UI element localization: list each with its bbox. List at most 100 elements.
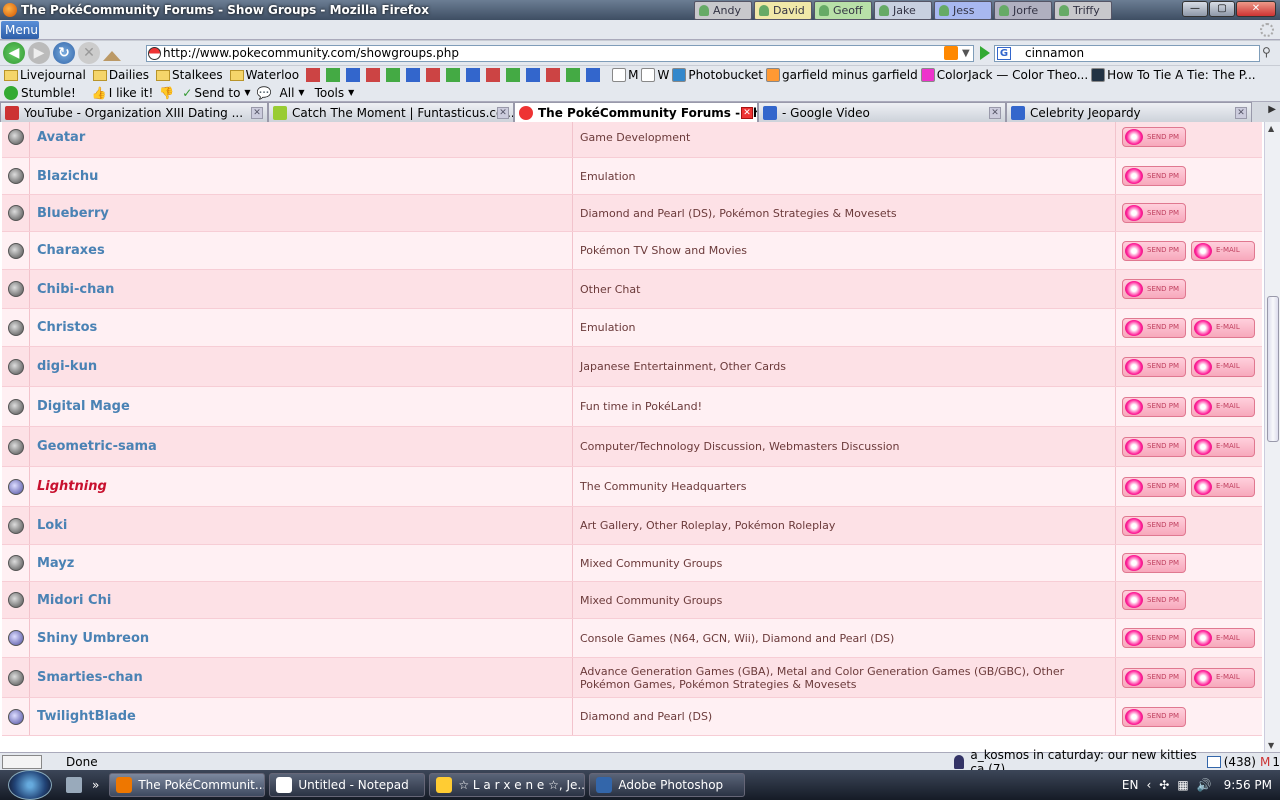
forums-text[interactable]: Emulation: [580, 170, 636, 183]
google-search-engine-icon[interactable]: G: [997, 47, 1011, 60]
quicklaunch-icon[interactable]: [66, 777, 82, 793]
profile-triffy[interactable]: Triffy: [1054, 1, 1112, 20]
send-pm-button[interactable]: SEND PM: [1122, 356, 1186, 377]
scroll-up-icon[interactable]: ▲: [1268, 124, 1274, 133]
send-pm-button[interactable]: SEND PM: [1122, 203, 1186, 223]
tab-4[interactable]: Celebrity Jeopardy ✕: [1006, 102, 1252, 122]
profile-david[interactable]: David: [754, 1, 812, 20]
send-pm-button[interactable]: SEND PM: [1122, 476, 1186, 497]
bookmark-m[interactable]: M: [612, 68, 638, 82]
send-to-button[interactable]: Send to: [194, 86, 240, 100]
email-button[interactable]: E-MAIL: [1191, 396, 1255, 417]
tray-app-icon[interactable]: ✣: [1159, 778, 1169, 792]
profile-jake[interactable]: Jake: [874, 1, 932, 20]
forums-text[interactable]: Computer/Technology Discussion, Webmaste…: [580, 440, 900, 453]
close-tab-icon[interactable]: ✕: [497, 107, 509, 119]
email-button[interactable]: E-MAIL: [1191, 356, 1255, 377]
send-pm-button[interactable]: SEND PM: [1122, 706, 1186, 727]
network-icon[interactable]: ▦: [1177, 778, 1188, 792]
bookmark-garfield-minus-garfield[interactable]: garfield minus garfield: [766, 68, 918, 82]
send-pm-button[interactable]: SEND PM: [1122, 590, 1186, 610]
profile-geoff[interactable]: Geoff: [814, 1, 872, 20]
forums-text[interactable]: Art Gallery, Other Roleplay, Pokémon Rol…: [580, 519, 835, 532]
tab-1[interactable]: Catch The Moment | Funtasticus.co... ✕: [268, 102, 514, 122]
search-box[interactable]: G cinnamon: [994, 45, 1260, 62]
username-link[interactable]: Christos: [37, 320, 97, 335]
tab-2[interactable]: The PokéCommunity Forums - Sh... ✕: [514, 102, 758, 122]
scrollbar-thumb[interactable]: [1267, 296, 1279, 442]
clock[interactable]: 9:56 PM: [1224, 778, 1272, 792]
send-pm-button[interactable]: SEND PM: [1122, 667, 1186, 688]
reload-button[interactable]: ↻: [53, 42, 75, 64]
username-link[interactable]: Digital Mage: [37, 399, 130, 414]
go-arrow-icon[interactable]: [980, 46, 990, 60]
username-link[interactable]: Midori Chi: [37, 593, 111, 608]
language-indicator[interactable]: EN: [1122, 778, 1139, 792]
taskbar-item-0[interactable]: The PokéCommunit...: [109, 773, 266, 797]
forums-text[interactable]: Game Development: [580, 131, 690, 144]
url-bar[interactable]: http://www.pokecommunity.com/showgroups.…: [146, 45, 974, 62]
email-button[interactable]: E-MAIL: [1191, 667, 1255, 688]
send-pm-button[interactable]: SEND PM: [1122, 553, 1186, 573]
like-button[interactable]: I like it!: [109, 86, 154, 100]
chevron-down-icon[interactable]: ▼: [298, 88, 304, 97]
username-link[interactable]: Lightning: [37, 479, 107, 494]
profile-jorfe[interactable]: Jorfe: [994, 1, 1052, 20]
forums-text[interactable]: Other Chat: [580, 283, 640, 296]
vertical-scrollbar[interactable]: ▲ ▼: [1264, 122, 1280, 752]
taskbar-item-2[interactable]: ☆ L a r x e n e ☆, Je...: [429, 773, 586, 797]
search-magnifier-icon[interactable]: ⚲: [1262, 45, 1278, 62]
username-link[interactable]: Loki: [37, 518, 67, 533]
taskbar-item-3[interactable]: Adobe Photoshop: [589, 773, 746, 797]
tray-arrow-icon[interactable]: ‹: [1146, 778, 1151, 792]
bookmark-w[interactable]: W: [641, 68, 669, 82]
forums-text[interactable]: Emulation: [580, 321, 636, 334]
send-pm-button[interactable]: SEND PM: [1122, 166, 1186, 186]
stop-button[interactable]: ✕: [78, 42, 100, 64]
menu-button[interactable]: Menu: [1, 21, 39, 39]
thumbs-down-icon[interactable]: 👎: [159, 86, 174, 100]
profile-andy[interactable]: Andy: [694, 1, 752, 20]
chevron-down-icon[interactable]: ▼: [244, 88, 250, 97]
bookmark-icon-strip[interactable]: [306, 68, 607, 82]
close-tab-icon[interactable]: ✕: [741, 107, 753, 119]
send-pm-button[interactable]: SEND PM: [1122, 396, 1186, 417]
rss-feed-icon[interactable]: [944, 46, 958, 60]
close-tab-icon[interactable]: ✕: [989, 107, 1001, 119]
forums-text[interactable]: Advance Generation Games (GBA), Metal an…: [580, 665, 1115, 691]
send-pm-button[interactable]: SEND PM: [1122, 436, 1186, 457]
email-button[interactable]: E-MAIL: [1191, 317, 1255, 338]
bookmark-colorjack-color-theo[interactable]: ColorJack — Color Theo...: [920, 68, 1088, 82]
username-link[interactable]: Charaxes: [37, 243, 105, 258]
send-pm-button[interactable]: SEND PM: [1122, 240, 1186, 261]
forums-text[interactable]: Pokémon TV Show and Movies: [580, 244, 747, 257]
tab-0[interactable]: YouTube - Organization XIII Dating ... ✕: [0, 102, 268, 122]
back-button[interactable]: ◀: [3, 42, 25, 64]
username-link[interactable]: Blazichu: [37, 169, 98, 184]
close-window-button[interactable]: ✕: [1236, 1, 1276, 17]
send-pm-button[interactable]: SEND PM: [1122, 515, 1186, 536]
username-link[interactable]: Avatar: [37, 130, 85, 145]
username-link[interactable]: Chibi-chan: [37, 282, 114, 297]
comment-icon[interactable]: 💬: [257, 86, 272, 100]
email-button[interactable]: E-MAIL: [1191, 436, 1255, 457]
forums-text[interactable]: Mixed Community Groups: [580, 557, 722, 570]
forums-text[interactable]: Console Games (N64, GCN, Wii), Diamond a…: [580, 632, 894, 645]
home-button[interactable]: [103, 45, 121, 61]
bookmark-how-to-tie-a-tie-the-p[interactable]: How To Tie A Tie: The P...: [1091, 68, 1256, 82]
forums-text[interactable]: Diamond and Pearl (DS), Pokémon Strategi…: [580, 207, 897, 220]
mail-icon[interactable]: [1206, 755, 1221, 768]
chevron-down-icon[interactable]: ▼: [348, 88, 354, 97]
url-dropdown-icon[interactable]: ▼: [962, 48, 970, 59]
tab-scroll-right-icon[interactable]: ▶: [1268, 104, 1276, 115]
bookmark-dailies[interactable]: Dailies: [89, 68, 149, 82]
start-button-windows-icon[interactable]: [8, 770, 52, 800]
minimize-button[interactable]: —: [1182, 1, 1208, 17]
bookmark-waterloo[interactable]: Waterloo: [226, 68, 299, 82]
username-link[interactable]: Smarties-chan: [37, 670, 143, 685]
username-link[interactable]: Blueberry: [37, 206, 109, 221]
email-button[interactable]: E-MAIL: [1191, 240, 1255, 261]
send-pm-button[interactable]: SEND PM: [1122, 127, 1186, 147]
username-link[interactable]: Shiny Umbreon: [37, 631, 149, 646]
username-link[interactable]: Mayz: [37, 556, 74, 571]
